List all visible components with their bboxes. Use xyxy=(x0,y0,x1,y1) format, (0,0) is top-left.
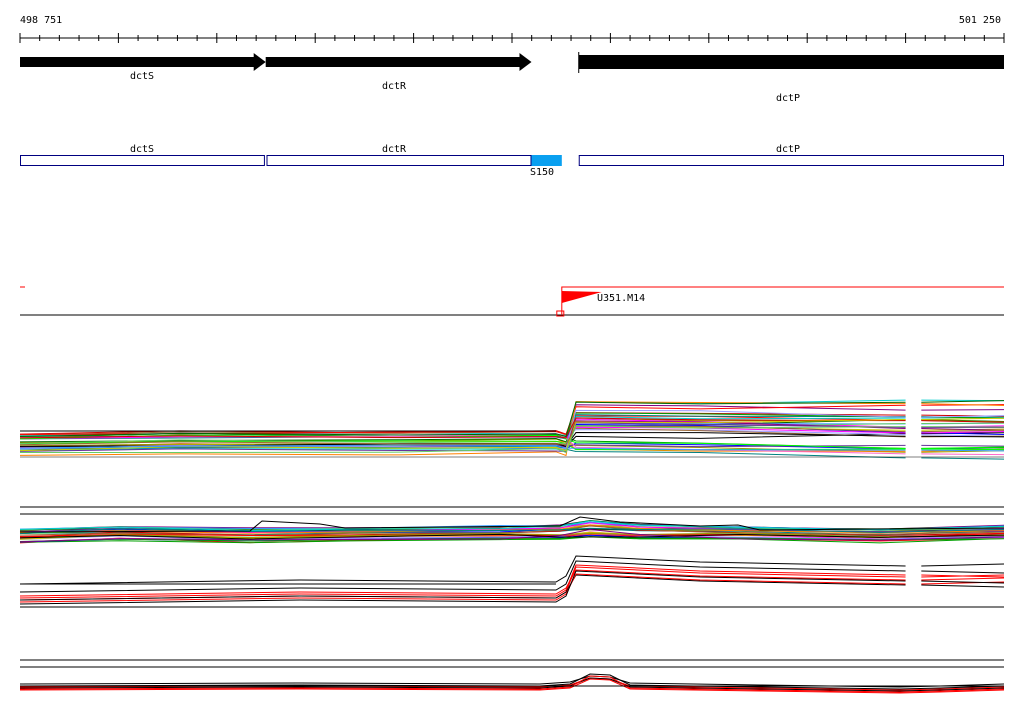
ruler-start-label: 498 751 xyxy=(20,15,62,26)
gene-label-dctS: dctS xyxy=(130,71,154,82)
annotation-box-dctR[interactable] xyxy=(266,155,532,166)
expression-panel-1 xyxy=(19,399,1005,460)
expression-series-line xyxy=(921,457,1005,460)
expression-panel-2 xyxy=(19,506,1005,544)
expression-series-line xyxy=(19,560,906,593)
expression-series-line xyxy=(921,453,1005,456)
expression-series-line xyxy=(921,435,1005,438)
expression-series-line xyxy=(921,570,1005,574)
annotation-box-dctS[interactable] xyxy=(20,155,265,166)
expression-series-line xyxy=(921,417,1005,421)
tss-flag-icon[interactable] xyxy=(561,291,602,303)
genome-browser-view: 498 751 501 250 dctS dctR dctP dctS dctR… xyxy=(19,15,1005,694)
feature-box-S150[interactable] xyxy=(531,155,562,166)
ruler-end-label: 501 250 xyxy=(959,15,1001,26)
gene-arrow-dctS[interactable] xyxy=(20,53,266,71)
expression-series-line xyxy=(921,448,1005,451)
annotation-track: dctS dctR dctP S150 xyxy=(20,144,1004,178)
expression-series-line xyxy=(921,584,1005,588)
expression-series-line xyxy=(921,577,1005,581)
annotation-label-dctP: dctP xyxy=(776,144,800,155)
gene-label-dctP: dctP xyxy=(776,93,800,104)
annotation-label-dctR: dctR xyxy=(382,144,407,155)
gene-track: dctS dctR dctP xyxy=(20,52,1004,104)
annotation-label-dctS: dctS xyxy=(130,144,154,155)
tss-track: U351.M14 xyxy=(20,286,1004,317)
expression-series-line xyxy=(921,444,1005,447)
gene-bar-dctP[interactable] xyxy=(578,55,1004,69)
feature-label-S150: S150 xyxy=(530,167,554,178)
expression-series-line xyxy=(19,569,906,597)
expression-panel-3 xyxy=(19,555,1005,608)
expression-series-line xyxy=(921,563,1005,567)
coordinate-ruler: 498 751 501 250 xyxy=(19,15,1005,43)
tss-label: U351.M14 xyxy=(597,293,645,304)
gene-label-dctR: dctR xyxy=(382,81,407,92)
gene-arrow-dctR[interactable] xyxy=(265,53,532,71)
annotation-box-dctP[interactable] xyxy=(578,155,1004,166)
expression-panel-4 xyxy=(19,659,1005,694)
expression-series-line xyxy=(19,555,906,585)
